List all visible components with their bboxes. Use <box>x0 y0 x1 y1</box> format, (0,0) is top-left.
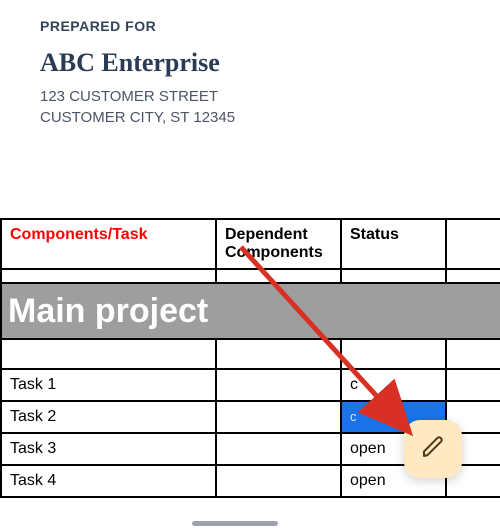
task-cell[interactable]: Task 4 <box>1 465 216 497</box>
company-name: ABC Enterprise <box>40 48 500 78</box>
pencil-icon <box>421 435 445 464</box>
dependent-cell[interactable] <box>216 369 341 401</box>
task-cell[interactable]: Task 3 <box>1 433 216 465</box>
task-cell[interactable]: Task 1 <box>1 369 216 401</box>
prepared-for-label: PREPARED FOR <box>40 18 500 34</box>
address-line-1: 123 CUSTOMER STREET <box>40 86 500 107</box>
dependent-cell[interactable] <box>216 433 341 465</box>
extra-cell[interactable] <box>446 369 500 401</box>
header-status[interactable]: Status <box>341 219 446 269</box>
dependent-cell[interactable] <box>216 401 341 433</box>
table-row[interactable]: Task 1 c <box>1 369 500 401</box>
task-cell[interactable]: Task 2 <box>1 401 216 433</box>
table-row[interactable] <box>1 339 500 369</box>
dependent-cell[interactable] <box>216 465 341 497</box>
horizontal-scroll-indicator[interactable] <box>192 521 278 526</box>
header-extra[interactable] <box>446 219 500 269</box>
project-title: Main project <box>8 292 208 330</box>
table-row[interactable] <box>1 269 500 283</box>
header-dependent[interactable]: Dependent Components <box>216 219 341 269</box>
status-cell[interactable]: c <box>341 369 446 401</box>
edit-button[interactable] <box>404 420 462 478</box>
address-line-2: CUSTOMER CITY, ST 12345 <box>40 107 500 128</box>
project-title-row[interactable]: Main project <box>1 283 500 339</box>
header-components[interactable]: Components/Task <box>1 219 216 269</box>
table-header-row: Components/Task Dependent Components Sta… <box>1 219 500 269</box>
document-header-block: PREPARED FOR ABC Enterprise 123 CUSTOMER… <box>0 0 500 128</box>
